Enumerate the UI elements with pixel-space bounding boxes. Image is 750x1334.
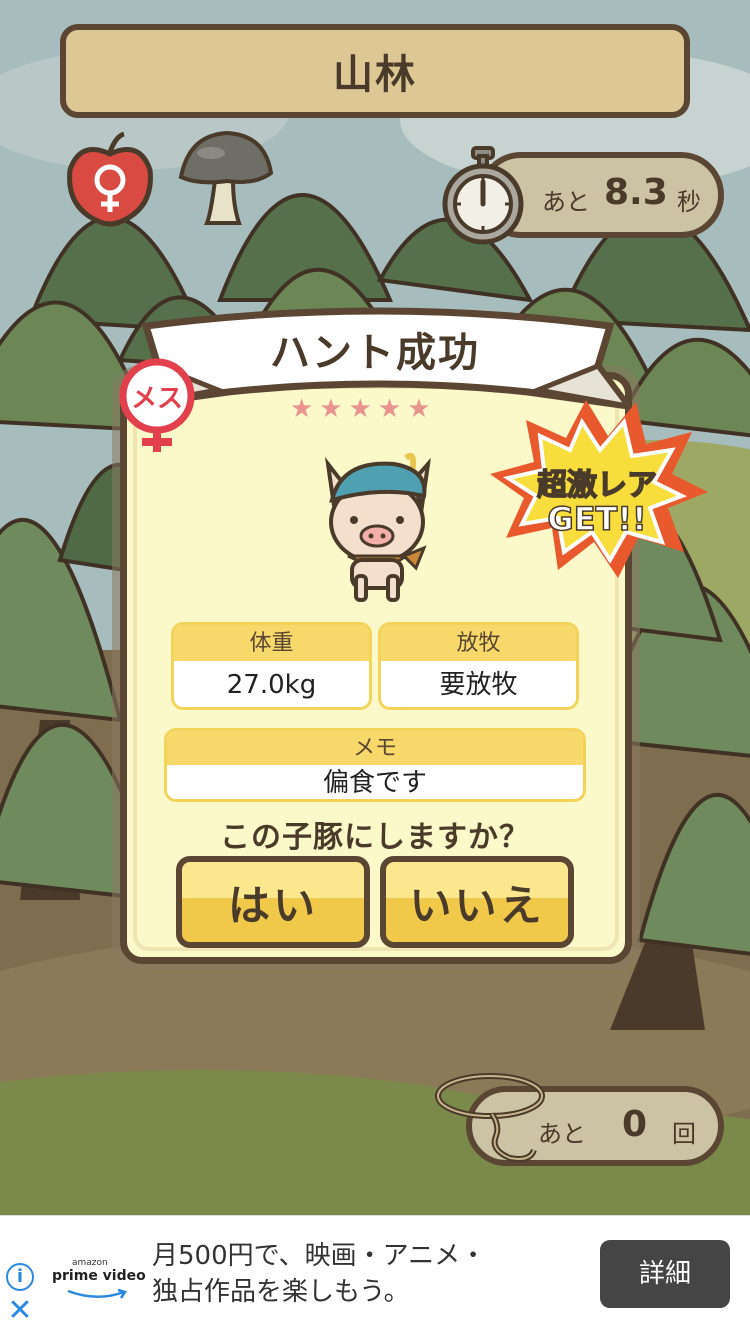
location-title: 山林: [333, 52, 417, 98]
ad-banner[interactable]: i ✕ amazon prime video 月500円で、映画・アニメ・ 独占…: [0, 1215, 750, 1334]
ad-info-icon[interactable]: i: [6, 1263, 34, 1291]
timer-unit: 秒: [677, 188, 701, 216]
grazing-label: 放牧: [381, 625, 576, 661]
ad-text-line1: 月500円で、映画・アニメ・: [152, 1241, 487, 1271]
remaining-value: 0: [622, 1104, 648, 1145]
super-rare-badge: 超激レア GET!!: [486, 392, 708, 582]
ad-text-line2: 独占作品を楽しもう。: [152, 1277, 410, 1307]
location-title-board: 山林: [60, 24, 690, 118]
rare-badge-line2: GET!!: [547, 499, 648, 539]
confirm-question: この子豚にしますか？: [220, 820, 530, 855]
timer-prefix: あと: [542, 188, 590, 216]
mushroom-icon: [178, 130, 274, 225]
remaining-unit: 回: [672, 1120, 696, 1148]
memo-label: メモ: [167, 731, 583, 765]
stopwatch-icon: [442, 146, 524, 245]
grazing-value: 要放牧: [439, 670, 518, 700]
yes-button[interactable]: はい: [176, 856, 370, 948]
weight-box: 体重 27.0kg: [171, 622, 372, 710]
grazing-box: 放牧 要放牧: [378, 622, 579, 710]
piglet-icon: [324, 452, 431, 602]
hunt-success-title: ハント成功: [270, 330, 480, 376]
ad-details-button[interactable]: 詳細: [600, 1240, 730, 1308]
lasso-icon: [435, 1073, 545, 1162]
female-badge-label: メス: [130, 384, 183, 414]
rarity-stars: ★★★★★: [290, 394, 437, 424]
memo-box: メモ 偏食です: [164, 728, 586, 802]
no-button[interactable]: いいえ: [380, 856, 574, 948]
amazon-smile-icon: [67, 1288, 127, 1299]
timer-value: 8.3: [604, 172, 668, 213]
female-badge: メス: [112, 356, 202, 456]
ad-brand-logo: prime video: [52, 1268, 146, 1284]
apple-female-icon: [67, 131, 153, 227]
ad-text: 月500円で、映画・アニメ・ 独占作品を楽しもう。: [152, 1238, 486, 1310]
weight-label: 体重: [174, 625, 369, 661]
ad-brand-small: amazon: [72, 1258, 108, 1268]
ad-close-icon[interactable]: ✕: [6, 1296, 34, 1326]
memo-value: 偏食です: [322, 768, 427, 798]
weight-value: 27.0kg: [226, 670, 317, 700]
rare-badge-line1: 超激レア: [536, 467, 658, 504]
